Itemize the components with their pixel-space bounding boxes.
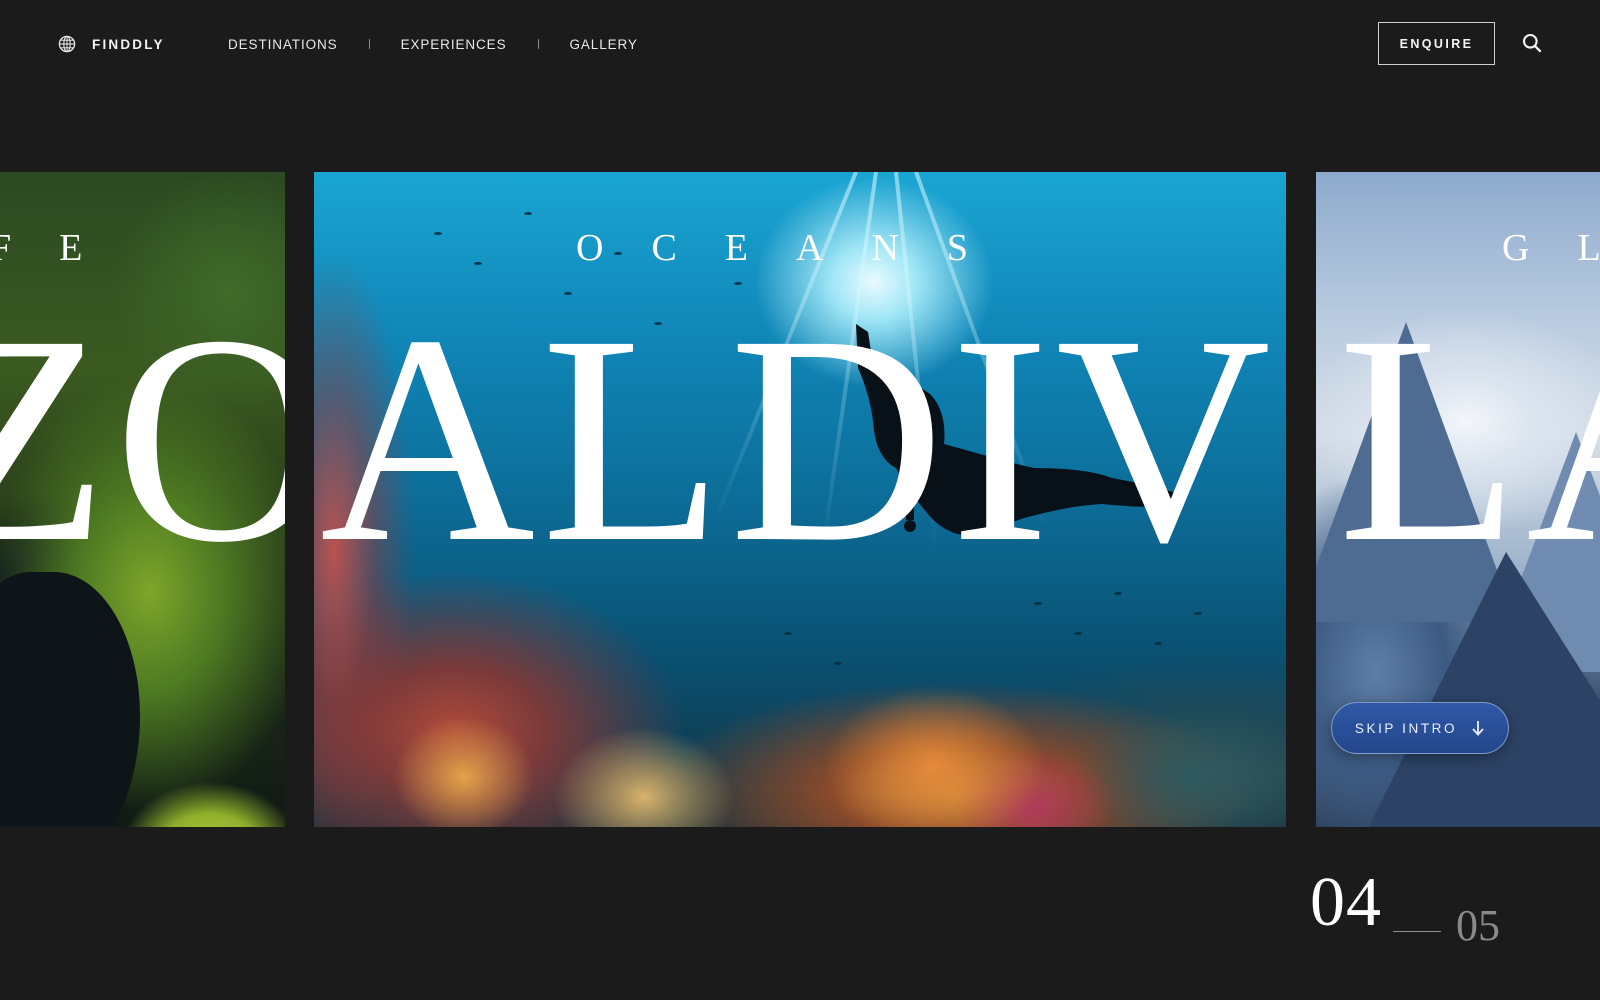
slide-kicker: OCEANS — [576, 227, 1017, 269]
slide-previous[interactable]: FE ZO — [0, 172, 285, 827]
slide-title: LA — [1338, 274, 1600, 604]
slide-title: ALDIV — [320, 274, 1277, 604]
reef-scene — [314, 657, 1286, 827]
slide-title: ZO — [0, 274, 285, 604]
fish — [1074, 632, 1082, 635]
slide-counter-current: 04 — [1310, 864, 1382, 941]
slide-counter-total: 05 — [1456, 901, 1500, 950]
nav-item-destinations[interactable]: DESTINATIONS — [228, 37, 338, 52]
river-scene — [0, 572, 140, 827]
fish — [1154, 642, 1162, 645]
skip-intro-label: SKIP INTRO — [1354, 720, 1458, 736]
nav-divider — [368, 39, 370, 49]
arrow-down-icon — [1472, 721, 1484, 736]
slide-kicker: GL — [1502, 227, 1600, 269]
slide-counter-divider — [1393, 931, 1441, 932]
fish — [474, 262, 482, 265]
nav-item-experiences[interactable]: EXPERIENCES — [401, 37, 507, 52]
skip-intro-button[interactable]: SKIP INTRO — [1331, 702, 1509, 754]
globe-icon — [58, 35, 76, 53]
main-nav: DESTINATIONS EXPERIENCES GALLERY — [228, 34, 638, 54]
page: FINDDLY DESTINATIONS EXPERIENCES GALLERY… — [0, 0, 1600, 1000]
slide-current[interactable]: OCEANS ALDIV — [314, 172, 1286, 827]
brand-name: FINDDLY — [92, 36, 165, 52]
enquire-button[interactable]: ENQUIRE — [1378, 22, 1495, 65]
brand-logo[interactable]: FINDDLY — [58, 34, 165, 54]
fish — [434, 232, 442, 235]
nav-item-gallery[interactable]: GALLERY — [570, 37, 638, 52]
fish — [834, 662, 842, 665]
fish — [524, 212, 532, 215]
fish — [1194, 612, 1202, 615]
nav-divider — [537, 39, 539, 49]
slide-kicker: FE — [0, 227, 131, 269]
fish — [784, 632, 792, 635]
site-header: FINDDLY DESTINATIONS EXPERIENCES GALLERY… — [0, 0, 1600, 88]
search-icon — [1522, 33, 1542, 53]
search-button[interactable] — [1520, 31, 1544, 55]
